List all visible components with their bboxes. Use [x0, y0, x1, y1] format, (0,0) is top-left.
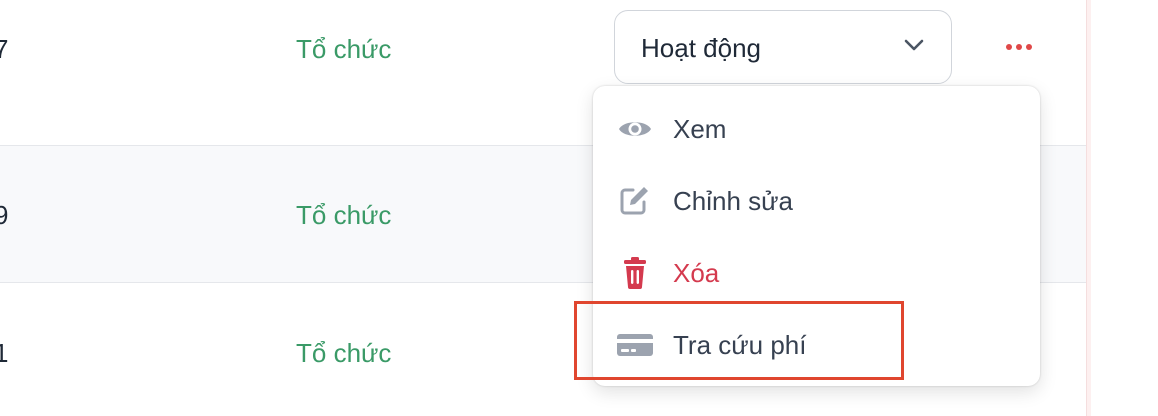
more-actions-button[interactable] — [1000, 36, 1038, 58]
more-horizontal-icon — [1016, 44, 1022, 50]
status-select[interactable]: Hoạt động — [614, 10, 952, 84]
row-type-cell: Tổ chức — [296, 34, 392, 64]
menu-item-delete[interactable]: Xóa — [593, 243, 1040, 303]
menu-item-edit[interactable]: Chỉnh sửa — [593, 171, 1040, 231]
more-horizontal-icon — [1026, 44, 1032, 50]
row-type-cell: Tổ chức — [296, 338, 392, 368]
chevron-down-icon — [903, 38, 925, 57]
edit-icon — [617, 185, 653, 217]
menu-item-label: Xem — [673, 114, 727, 144]
row-id-cell: 7 — [0, 34, 9, 64]
trash-icon — [617, 257, 653, 289]
panel-divider — [1086, 0, 1091, 416]
menu-item-view[interactable]: Xem — [593, 99, 1040, 159]
row-id-cell: 9 — [0, 200, 9, 230]
menu-item-label: Xóa — [673, 258, 720, 288]
status-select-value: Hoạt động — [641, 33, 761, 63]
eye-icon — [617, 113, 653, 145]
row-id-cell: 1 — [0, 338, 9, 368]
more-horizontal-icon — [1006, 44, 1012, 50]
menu-item-label: Chỉnh sửa — [673, 186, 794, 216]
annotation-highlight-box — [574, 301, 904, 380]
row-type-cell: Tổ chức — [296, 200, 392, 230]
